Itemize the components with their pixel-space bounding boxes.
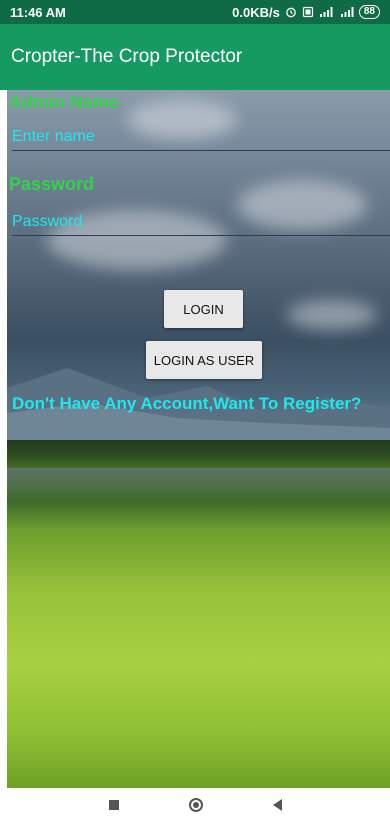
app-title: Cropter-The Crop Protector [11,46,243,67]
tree-line [7,440,390,468]
alarm-icon [285,6,297,18]
back-triangle-icon[interactable] [272,799,282,811]
circle-inner-dot [192,802,199,808]
app-bar: Cropter-The Crop Protector [0,24,390,90]
login-button[interactable]: LOGIN [164,290,243,328]
status-bar: 11:46 AM 0.0KB/s 88 [0,0,390,24]
password-input[interactable]: Password [12,209,390,236]
cloud-decoration [287,300,377,330]
signal-icon-2 [340,6,354,18]
navigation-bar [0,788,390,822]
status-icons: 0.0KB/s 88 [232,5,380,20]
battery-icon: 88 [358,5,380,19]
network-speed: 0.0KB/s [232,4,280,20]
login-as-user-button[interactable]: LOGIN AS USER [146,341,262,379]
status-time: 11:46 AM [10,4,66,20]
login-screen: Admin Name Enter name Password Password … [7,90,390,788]
signal-icon [319,6,335,18]
register-link[interactable]: Don't Have Any Account,Want To Register? [12,394,361,414]
circle-icon[interactable] [188,798,203,812]
square-icon[interactable] [108,800,119,810]
admin-name-label: Admin Name [9,92,120,112]
password-label: Password [9,174,95,194]
sim-icon [302,6,314,18]
admin-name-input[interactable]: Enter name [12,124,390,151]
